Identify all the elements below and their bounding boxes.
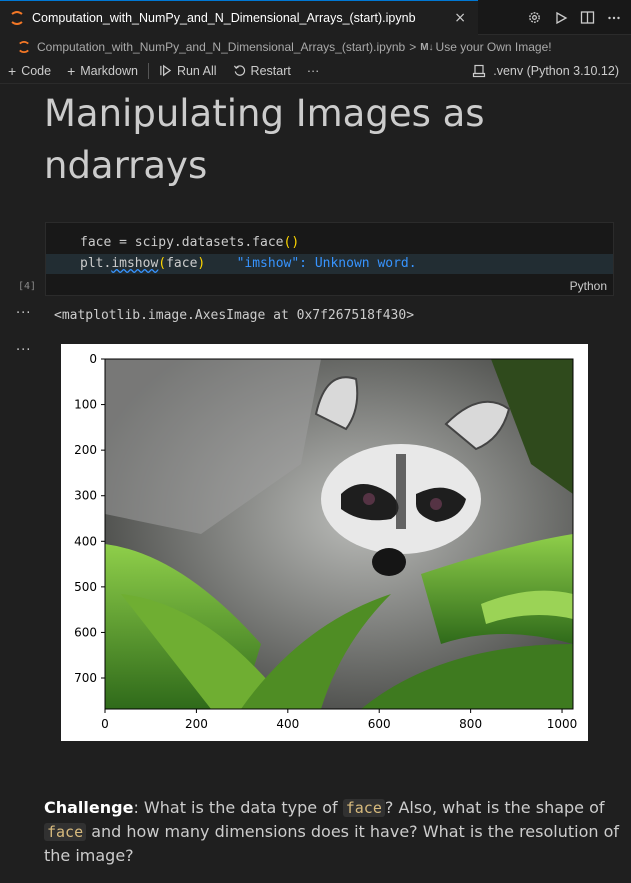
tab-bar: Computation_with_NumPy_and_N_Dimensional… [0,0,631,35]
breadcrumb-file[interactable]: Computation_with_NumPy_and_N_Dimensional… [37,40,405,54]
x-tick-label: 600 [368,717,391,731]
breadcrumb-section[interactable]: Use your Own Image! [436,40,552,54]
inline-code: face [342,799,385,817]
plus-icon: + [8,62,17,79]
code-token: ) [197,256,206,271]
y-tick-label: 0 [89,352,97,366]
code-line-2[interactable]: plt.imshow(face) "imshow": Unknown word. [46,254,613,274]
md-text: ? Also, what is the shape of [384,798,605,817]
y-tick-label: 400 [74,534,97,548]
y-tick-label: 500 [74,580,97,594]
run-all-icon [160,64,172,77]
breadcrumb: Computation_with_NumPy_and_N_Dimensional… [0,36,631,58]
code-token: () [283,235,300,250]
add-markdown-label: Markdown [80,63,138,78]
close-icon[interactable]: × [454,10,466,26]
output-menu-icon[interactable]: ··· [16,343,31,358]
more-toolbar-button[interactable]: ··· [307,64,320,78]
breadcrumb-separator: > [409,40,417,54]
markdown-cell[interactable]: Challenge: What is the data type of face… [44,796,619,867]
restart-button[interactable]: Restart [233,64,291,78]
jupyter-icon [19,41,29,53]
x-tick-label: 400 [276,717,299,731]
code-cell[interactable]: face = scipy.datasets.face() plt.imshow(… [45,222,614,296]
run-all-button[interactable]: Run All [159,64,217,78]
editor-actions [527,0,621,35]
kernel-picker[interactable]: .venv (Python 3.10.12) [472,58,619,84]
x-tick-label: 0 [101,717,109,731]
code-token: plt. [80,256,112,271]
md-text: and how many dimensions does it have? Wh… [44,822,620,865]
gear-icon[interactable] [527,10,542,25]
run-all-label: Run All [176,63,217,78]
kernel-label: .venv (Python 3.10.12) [493,64,619,78]
matplotlib-plot: 0 100 200 300 400 500 600 700 0 200 400 600 800 1000 [61,344,588,741]
output-text: <matplotlib.image.AxesImage at 0x7f26751… [54,308,415,323]
restart-label: Restart [250,63,291,78]
plot-svg: 0 100 200 300 400 500 600 700 0 200 400 600 800 1000 [74,352,577,731]
y-tick-label: 700 [74,671,97,685]
markdown-heading: Manipulating Images as ndarrays [44,92,485,187]
toolbar-divider [147,62,149,79]
jupyter-icon [11,11,23,25]
spellcheck-hint: "imshow": Unknown word. [236,256,417,271]
challenge-label: Challenge [44,798,134,817]
code-line-1[interactable]: face = scipy.datasets.face() [80,235,299,250]
more-actions-icon[interactable] [607,11,621,25]
tab-title: Computation_with_NumPy_and_N_Dimensional… [32,11,416,25]
run-icon[interactable] [554,11,568,25]
md-text: : What is the data type of [133,798,343,817]
x-axis: 0 200 400 600 800 1000 [101,709,577,731]
code-token: face = scipy.datasets.face [80,235,284,250]
add-code-button[interactable]: + Code [8,63,51,79]
kernel-icon [473,64,486,78]
x-tick-label: 200 [185,717,208,731]
y-tick-label: 300 [74,489,97,503]
add-code-label: Code [21,63,52,78]
notebook-tab[interactable]: Computation_with_NumPy_and_N_Dimensional… [0,0,478,35]
y-tick-label: 200 [74,443,97,457]
y-tick-label: 100 [74,398,97,412]
notebook-toolbar: + Code + Markdown Run All Restart ··· .v… [0,58,631,84]
inline-code: face [44,823,87,841]
y-axis: 0 100 200 300 400 500 600 700 [74,352,105,685]
restart-icon [233,65,245,76]
output-menu-icon[interactable]: ··· [16,306,31,321]
spellcheck-word[interactable]: imshow [111,256,158,271]
y-tick-label: 600 [74,625,97,639]
split-editor-icon[interactable] [580,10,595,25]
code-token: face [166,256,198,271]
raccoon-image [105,359,573,709]
execution-count: [4] [18,281,37,292]
cell-language[interactable]: Python [570,279,607,293]
x-tick-label: 1000 [547,717,578,731]
markdown-badge-icon: M↓ [420,41,434,53]
add-markdown-button[interactable]: + Markdown [67,63,138,79]
plus-icon: + [67,62,76,79]
code-token: ( [158,256,167,271]
x-tick-label: 800 [459,717,482,731]
